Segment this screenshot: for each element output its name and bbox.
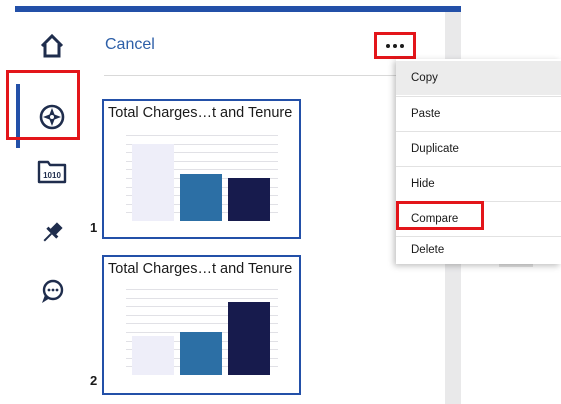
cancel-button[interactable]: Cancel bbox=[105, 36, 155, 54]
gridline bbox=[126, 298, 278, 299]
menu-item-copy[interactable]: Copy bbox=[396, 61, 561, 95]
compare-highlight-box bbox=[396, 201, 484, 230]
pin-icon bbox=[43, 222, 63, 242]
page-card-2[interactable]: Total Charges…t and Tenure bbox=[102, 255, 301, 395]
gridline bbox=[126, 289, 278, 290]
page-card-1[interactable]: Total Charges…t and Tenure bbox=[102, 99, 301, 239]
chart-bar bbox=[132, 144, 174, 221]
rail-comments-button[interactable] bbox=[15, 264, 88, 320]
card-2-chart bbox=[126, 289, 278, 375]
chart-bar bbox=[228, 178, 270, 221]
more-options-button[interactable] bbox=[374, 32, 416, 59]
more-dot bbox=[386, 43, 390, 48]
gridline bbox=[126, 135, 278, 136]
menu-item-duplicate[interactable]: Duplicate bbox=[396, 132, 561, 166]
rail-home-button[interactable] bbox=[15, 18, 88, 74]
panel-divider bbox=[104, 75, 404, 76]
context-menu: Copy Paste Duplicate Hide Compare Delete bbox=[396, 59, 561, 264]
binary-data-icon: 1010 bbox=[37, 160, 66, 184]
card-1-chart bbox=[126, 135, 278, 221]
rail-data-button[interactable]: 1010 bbox=[15, 144, 88, 200]
svg-text:1010: 1010 bbox=[43, 171, 61, 180]
chart-bar bbox=[180, 332, 222, 375]
home-icon bbox=[40, 33, 63, 58]
menu-item-delete[interactable]: Delete bbox=[396, 233, 561, 267]
more-dot bbox=[400, 43, 404, 48]
menu-item-hide[interactable]: Hide bbox=[396, 167, 561, 201]
chart-bar bbox=[228, 302, 270, 375]
card-title: Total Charges…t and Tenure bbox=[108, 105, 293, 121]
rail-pin-button[interactable] bbox=[15, 205, 88, 261]
pages-panel: Cancel 1 Total Charges…t and Tenure 2 To… bbox=[88, 12, 445, 404]
card-number: 1 bbox=[90, 220, 98, 235]
chart-bar bbox=[132, 336, 174, 375]
more-dot bbox=[393, 43, 397, 48]
chart-bar bbox=[180, 174, 222, 221]
navigate-highlight-box bbox=[6, 70, 80, 140]
card-number: 2 bbox=[90, 373, 98, 388]
card-title: Total Charges…t and Tenure bbox=[108, 261, 293, 277]
menu-item-paste[interactable]: Paste bbox=[396, 97, 561, 131]
chat-icon bbox=[41, 279, 63, 303]
